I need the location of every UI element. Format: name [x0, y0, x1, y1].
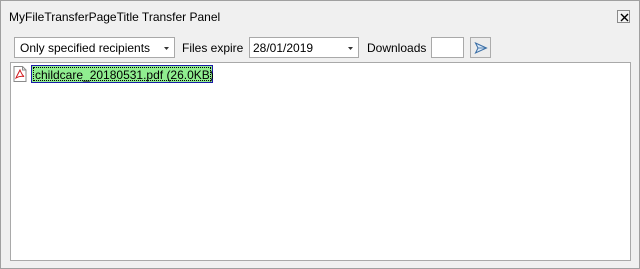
expire-date-select[interactable]: 28/01/2019: [249, 37, 359, 58]
close-icon: [620, 13, 629, 22]
pdf-file-icon: [13, 66, 27, 82]
downloads-label: Downloads: [367, 41, 427, 55]
expire-date-value: 28/01/2019: [253, 41, 314, 55]
file-label-text: childcare_20180531.pdf (26.0KB): [35, 68, 214, 82]
chevron-down-icon: [164, 47, 169, 50]
window-title: MyFileTransferPageTitle Transfer Panel: [9, 10, 221, 24]
files-expire-label: Files expire: [182, 41, 244, 55]
transfer-panel-window: MyFileTransferPageTitle Transfer Panel O…: [0, 0, 640, 269]
close-button[interactable]: [617, 10, 630, 23]
send-icon: [474, 41, 488, 55]
recipients-select[interactable]: Only specified recipients: [14, 37, 175, 58]
file-label[interactable]: childcare_20180531.pdf (26.0KB): [31, 65, 214, 83]
file-list[interactable]: childcare_20180531.pdf (26.0KB): [10, 62, 631, 261]
toolbar: Only specified recipients Files expire 2…: [1, 33, 639, 61]
chevron-down-icon: [348, 47, 353, 50]
downloads-input[interactable]: [431, 37, 464, 58]
file-list-item[interactable]: childcare_20180531.pdf (26.0KB): [13, 65, 233, 83]
recipients-select-value: Only specified recipients: [20, 41, 151, 55]
title-bar[interactable]: MyFileTransferPageTitle Transfer Panel: [1, 1, 639, 31]
send-button[interactable]: [470, 37, 491, 58]
